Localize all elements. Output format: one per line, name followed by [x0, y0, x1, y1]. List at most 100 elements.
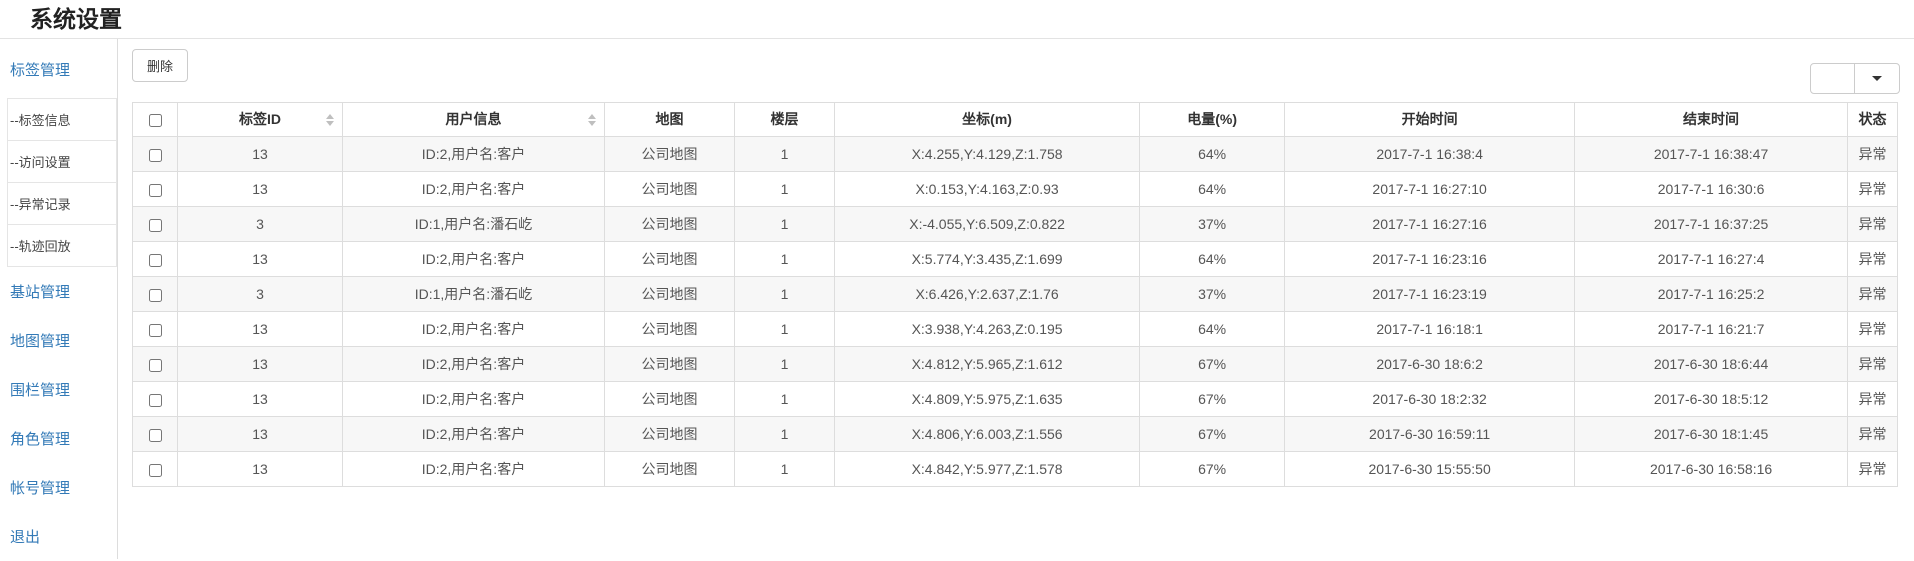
cell-map: 公司地图	[604, 347, 734, 382]
row-checkbox[interactable]	[149, 219, 162, 232]
cell-end: 2017-6-30 18:6:44	[1575, 347, 1848, 382]
page-title: 系统设置	[30, 7, 1914, 32]
cell-select	[133, 137, 178, 172]
cell-coord: X:6.426,Y:2.637,Z:1.76	[835, 277, 1140, 312]
cell-floor: 1	[735, 172, 835, 207]
content: 标签管理 --标签信息--访问设置--异常记录--轨迹回放 基站管理地图管理围栏…	[0, 39, 1914, 559]
cell-coord: X:4.812,Y:5.965,Z:1.612	[835, 347, 1140, 382]
row-checkbox[interactable]	[149, 184, 162, 197]
sidebar-item-access-settings[interactable]: --访问设置	[8, 141, 116, 183]
row-checkbox[interactable]	[149, 149, 162, 162]
cell-start: 2017-6-30 15:55:50	[1285, 452, 1575, 487]
select-all-checkbox[interactable]	[149, 114, 162, 127]
cell-user: ID:2,用户名:客户	[343, 452, 605, 487]
row-checkbox[interactable]	[149, 429, 162, 442]
cell-status: 异常	[1847, 242, 1897, 277]
row-checkbox[interactable]	[149, 289, 162, 302]
row-checkbox[interactable]	[149, 254, 162, 267]
cell-id: 13	[178, 312, 343, 347]
header-cell-coord: 坐标(m)	[835, 103, 1140, 137]
cell-select	[133, 312, 178, 347]
cell-status: 异常	[1847, 277, 1897, 312]
header-cell-user[interactable]: 用户信息	[343, 103, 605, 137]
cell-user: ID:1,用户名:潘石屹	[343, 207, 605, 242]
table-header-row: 标签ID用户信息地图楼层坐标(m)电量(%)开始时间结束时间状态	[133, 103, 1898, 137]
cell-id: 13	[178, 137, 343, 172]
cell-status: 异常	[1847, 312, 1897, 347]
header-cell-start: 开始时间	[1285, 103, 1575, 137]
cell-floor: 1	[735, 347, 835, 382]
cell-select	[133, 207, 178, 242]
cell-map: 公司地图	[604, 312, 734, 347]
cell-select	[133, 382, 178, 417]
row-checkbox[interactable]	[149, 464, 162, 477]
sidebar-item-abnormal-records[interactable]: --异常记录	[8, 183, 116, 225]
cell-end: 2017-6-30 18:1:45	[1575, 417, 1848, 452]
cell-start: 2017-7-1 16:23:16	[1285, 242, 1575, 277]
page-size-caret-button[interactable]	[1855, 64, 1899, 93]
cell-user: ID:2,用户名:客户	[343, 417, 605, 452]
cell-status: 异常	[1847, 417, 1897, 452]
sidebar-item-map-management[interactable]: 地图管理	[0, 316, 117, 365]
cell-select	[133, 277, 178, 312]
table-row: 3ID:1,用户名:潘石屹公司地图1X:6.426,Y:2.637,Z:1.76…	[133, 277, 1898, 312]
cell-battery: 67%	[1140, 417, 1285, 452]
sidebar-item-tag-management[interactable]: 标签管理	[0, 49, 117, 90]
row-checkbox[interactable]	[149, 394, 162, 407]
table-row: 13ID:2,用户名:客户公司地图1X:3.938,Y:4.263,Z:0.19…	[133, 312, 1898, 347]
header-cell-status: 状态	[1847, 103, 1897, 137]
cell-start: 2017-7-1 16:27:16	[1285, 207, 1575, 242]
cell-select	[133, 417, 178, 452]
cell-status: 异常	[1847, 347, 1897, 382]
cell-floor: 1	[735, 277, 835, 312]
cell-map: 公司地图	[604, 207, 734, 242]
cell-floor: 1	[735, 312, 835, 347]
sort-icon[interactable]	[588, 113, 596, 127]
table-row: 3ID:1,用户名:潘石屹公司地图1X:-4.055,Y:6.509,Z:0.8…	[133, 207, 1898, 242]
sidebar-item-track-playback[interactable]: --轨迹回放	[8, 225, 116, 267]
cell-id: 13	[178, 452, 343, 487]
main-panel: 删除 标签ID用户信息地图楼层坐标(m)电量(%)开始时间结束时间状态	[118, 39, 1914, 559]
sidebar-main-menu: 基站管理地图管理围栏管理角色管理帐号管理退出	[0, 267, 117, 561]
table-row: 13ID:2,用户名:客户公司地图1X:5.774,Y:3.435,Z:1.69…	[133, 242, 1898, 277]
sidebar-item-account-management[interactable]: 帐号管理	[0, 463, 117, 512]
header-cell-battery: 电量(%)	[1140, 103, 1285, 137]
cell-start: 2017-7-1 16:27:10	[1285, 172, 1575, 207]
table-row: 13ID:2,用户名:客户公司地图1X:4.809,Y:5.975,Z:1.63…	[133, 382, 1898, 417]
cell-user: ID:2,用户名:客户	[343, 382, 605, 417]
cell-coord: X:-4.055,Y:6.509,Z:0.822	[835, 207, 1140, 242]
cell-battery: 67%	[1140, 347, 1285, 382]
row-checkbox[interactable]	[149, 324, 162, 337]
sidebar-item-logout[interactable]: 退出	[0, 512, 117, 561]
cell-user: ID:2,用户名:客户	[343, 172, 605, 207]
page-size-dropdown[interactable]	[1810, 63, 1900, 94]
cell-map: 公司地图	[604, 242, 734, 277]
cell-battery: 67%	[1140, 382, 1285, 417]
sidebar-item-tag-info[interactable]: --标签信息	[8, 99, 116, 141]
sort-icon[interactable]	[326, 113, 334, 127]
cell-coord: X:5.774,Y:3.435,Z:1.699	[835, 242, 1140, 277]
sidebar-item-station-management[interactable]: 基站管理	[0, 267, 117, 316]
cell-id: 13	[178, 172, 343, 207]
header-cell-id[interactable]: 标签ID	[178, 103, 343, 137]
cell-end: 2017-7-1 16:30:6	[1575, 172, 1848, 207]
sidebar-item-role-management[interactable]: 角色管理	[0, 414, 117, 463]
cell-map: 公司地图	[604, 172, 734, 207]
cell-end: 2017-7-1 16:37:25	[1575, 207, 1848, 242]
header-cell-select	[133, 103, 178, 137]
sidebar-sub-menu: --标签信息--访问设置--异常记录--轨迹回放	[7, 98, 117, 267]
sidebar: 标签管理 --标签信息--访问设置--异常记录--轨迹回放 基站管理地图管理围栏…	[0, 39, 118, 559]
delete-button[interactable]: 删除	[132, 49, 188, 82]
cell-start: 2017-7-1 16:18:1	[1285, 312, 1575, 347]
cell-floor: 1	[735, 242, 835, 277]
cell-id: 13	[178, 242, 343, 277]
cell-floor: 1	[735, 452, 835, 487]
cell-end: 2017-7-1 16:38:47	[1575, 137, 1848, 172]
cell-select	[133, 347, 178, 382]
table-row: 13ID:2,用户名:客户公司地图1X:4.255,Y:4.129,Z:1.75…	[133, 137, 1898, 172]
cell-select	[133, 452, 178, 487]
sidebar-item-fence-management[interactable]: 围栏管理	[0, 365, 117, 414]
cell-end: 2017-6-30 18:5:12	[1575, 382, 1848, 417]
cell-coord: X:3.938,Y:4.263,Z:0.195	[835, 312, 1140, 347]
row-checkbox[interactable]	[149, 359, 162, 372]
